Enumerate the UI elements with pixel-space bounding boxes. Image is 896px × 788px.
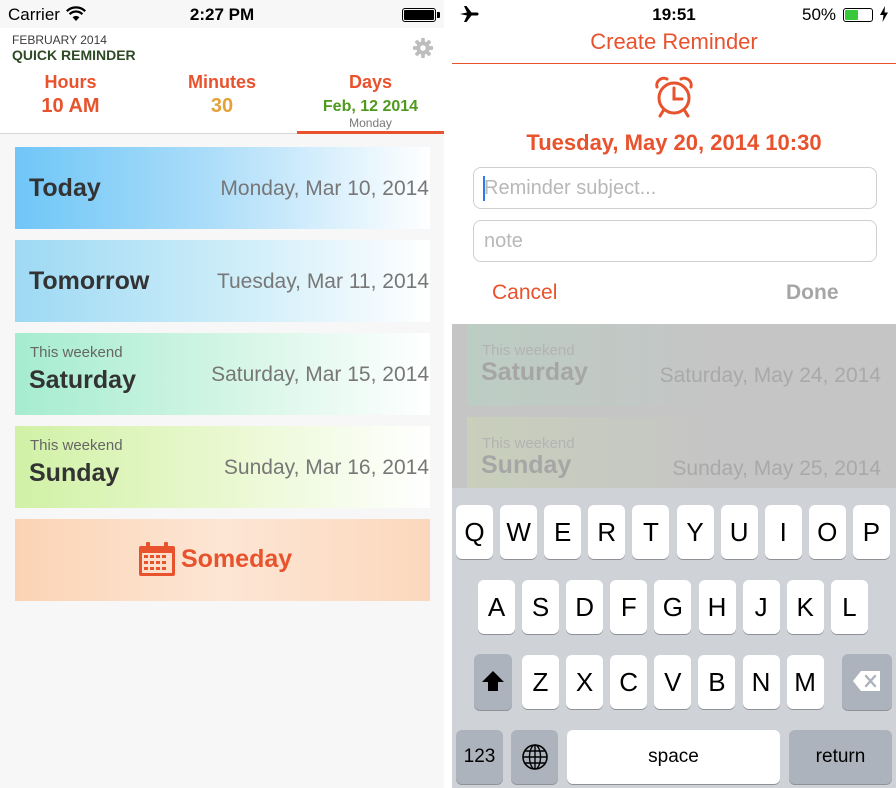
key-k[interactable]: K [786,580,824,634]
battery-icon [843,8,873,22]
key-b[interactable]: B [698,655,736,709]
key-f[interactable]: F [610,580,648,634]
status-time: 2:27 PM [189,5,255,24]
status-bar: Carrier 2:27 PM [0,0,444,28]
key-u[interactable]: U [720,505,758,559]
key-g[interactable]: G [654,580,692,634]
status-bar: 19:51 50% [452,0,896,28]
backspace-icon [853,671,880,691]
backspace-key[interactable] [842,654,892,710]
tab-minutes[interactable]: Minutes 30 [147,72,297,134]
card-sunday-dimmed: This weekend Sunday Sunday, May 25, 2014 [467,417,882,488]
quick-reminder-screen: Carrier 2:27 PM FEBRUARY 2014 QUICK REMI… [0,0,444,788]
card-name: Saturday [29,366,136,394]
text-cursor [483,176,485,201]
dimmed-background: This weekend Saturday Saturday, May 24, … [452,324,896,488]
card-date: Saturday, May 24, 2014 [659,364,881,387]
app-header: FEBRUARY 2014 QUICK REMINDER Hours 10 AM… [0,28,444,134]
key-x[interactable]: X [566,655,604,709]
card-name: Sunday [29,459,120,487]
card-date: Saturday, Mar 15, 2014 [211,363,429,386]
key-w[interactable]: W [500,505,538,559]
card-name: Today [29,174,101,202]
key-i[interactable]: I [764,505,802,559]
card-prefix: This weekend [30,344,123,361]
key-n[interactable]: N [742,655,780,709]
gear-icon[interactable] [412,37,434,59]
cancel-button[interactable]: Cancel [492,281,557,305]
key-c[interactable]: C [610,655,648,709]
page-title: Create Reminder [590,29,758,54]
card-today[interactable]: Today Monday, Mar 10, 2014 [15,147,430,229]
app-name: QUICK REMINDER [12,47,136,63]
reminder-datetime: Tuesday, May 20, 2014 10:30 [526,130,822,155]
card-saturday[interactable]: This weekend Saturday Saturday, Mar 15, … [15,333,430,415]
card-date: Sunday, May 25, 2014 [672,457,881,480]
key-m[interactable]: M [786,655,824,709]
key-o[interactable]: O [808,505,846,559]
card-name: Sunday [481,451,572,479]
card-prefix: This weekend [482,342,575,359]
card-prefix: This weekend [30,437,123,454]
keyboard: 123 space return QWERTYUIOP ASDFGHJKL ZXCV… [452,488,896,788]
key-j[interactable]: J [742,580,780,634]
calendar-icon [139,542,175,576]
someday-label: Someday [181,545,293,573]
key-r[interactable]: R [588,505,626,559]
note-input[interactable] [473,220,877,262]
globe-key[interactable] [511,730,558,784]
days-weekday: Monday [349,116,392,130]
card-prefix: This weekend [482,435,575,452]
hours-label: Hours [44,72,97,92]
battery-percent: 50% [802,5,837,24]
key-l[interactable]: L [830,580,868,634]
key-p[interactable]: P [852,505,890,559]
key-z[interactable]: Z [522,655,559,709]
tab-hours[interactable]: Hours 10 AM [0,72,141,134]
title-divider [452,63,896,64]
create-reminder-screen: 19:51 50% Create Reminder Tuesday, May 2… [452,0,896,788]
card-date: Sunday, Mar 16, 2014 [223,456,429,479]
key-d[interactable]: D [566,580,604,634]
minutes-value: 30 [210,95,234,117]
numbers-key[interactable]: 123 [456,730,503,784]
key-t[interactable]: T [632,505,670,559]
hours-value: 10 AM [41,95,100,117]
days-label: Days [348,72,393,92]
return-key[interactable]: return [789,730,892,784]
days-value: Feb, 12 2014 [322,98,419,115]
key-q[interactable]: Q [456,505,493,559]
globe-icon [521,744,548,770]
charging-bolt-icon [880,6,888,22]
card-name: Tomorrow [29,267,150,295]
current-month: FEBRUARY 2014 [12,33,107,47]
battery-icon [402,8,440,22]
key-y[interactable]: Y [676,505,714,559]
minutes-label: Minutes [187,72,256,92]
card-date: Monday, Mar 10, 2014 [220,177,429,200]
card-tomorrow[interactable]: Tomorrow Tuesday, Mar 11, 2014 [15,240,430,322]
done-button[interactable]: Done [786,281,839,305]
key-e[interactable]: E [544,505,582,559]
card-sunday[interactable]: This weekend Sunday Sunday, Mar 16, 2014 [15,426,430,508]
key-a[interactable]: A [478,580,515,634]
key-s[interactable]: S [522,580,560,634]
shift-icon [482,671,504,691]
alarm-clock-icon [655,76,693,118]
key-v[interactable]: V [654,655,692,709]
key-h[interactable]: H [698,580,736,634]
reminder-subject-input[interactable] [473,167,877,209]
shift-key[interactable] [474,654,512,710]
card-name: Saturday [481,358,588,386]
tab-days[interactable]: Days Feb, 12 2014 Monday [297,72,444,134]
card-date: Tuesday, Mar 11, 2014 [216,270,429,293]
card-saturday-dimmed: This weekend Saturday Saturday, May 24, … [467,324,882,406]
space-key[interactable]: space [567,730,780,784]
card-someday[interactable]: Someday [15,519,430,601]
